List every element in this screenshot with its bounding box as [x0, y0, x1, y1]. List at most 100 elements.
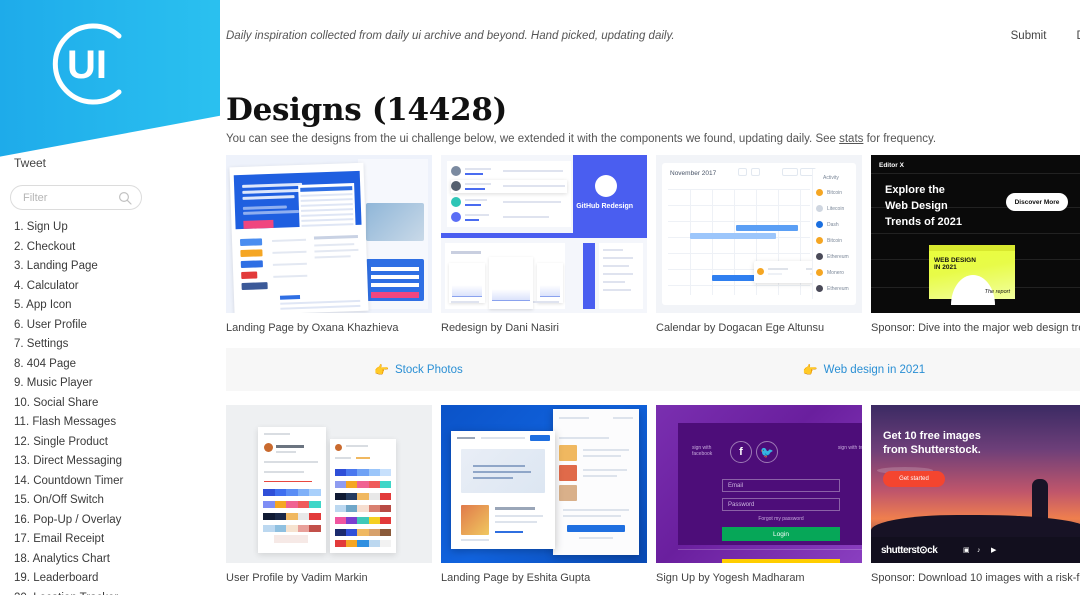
sidebar-item-single-product[interactable]: 12. Single Product: [14, 433, 146, 453]
sidebar-item-calculator[interactable]: 4. Calculator: [14, 277, 146, 297]
sidebar-item-label: Countdown Timer: [33, 474, 124, 487]
sidebar-item-number: 2.: [14, 240, 24, 253]
camera-icon: ▣: [963, 547, 970, 554]
sidebar-item-sign-up[interactable]: 1. Sign Up: [14, 218, 146, 238]
shutterstock-cta-button[interactable]: Get started: [883, 471, 945, 487]
sidebar-item-user-profile[interactable]: 6. User Profile: [14, 316, 146, 336]
editorx-headline-1: Explore the: [885, 184, 945, 196]
sidebar-item-label: Landing Page: [26, 260, 98, 272]
sidebar-item-number: 3.: [14, 260, 24, 272]
sidebar-item-direct-messaging[interactable]: 13. Direct Messaging: [14, 452, 146, 472]
filter-input[interactable]: [11, 186, 111, 209]
sponsor-thumbnail[interactable]: Get 10 free images from Shutterstock. Get…: [871, 405, 1080, 563]
sidebar-item-label: App Icon: [26, 299, 72, 311]
design-thumbnail[interactable]: [226, 405, 432, 563]
pointing-hand-icon: 👉: [802, 362, 818, 377]
sidebar-item-flash-messages[interactable]: 11. Flash Messages: [14, 413, 146, 433]
design-thumbnail[interactable]: [226, 155, 432, 313]
sidebar-item-number: 1.: [14, 221, 24, 233]
sidebar-item-number: 18.: [14, 552, 30, 565]
design-caption: Calendar by Dogacan Ege Altunsu: [656, 322, 825, 334]
top-nav: Submit Designs: [1011, 30, 1080, 42]
sidebar-item-number: 4.: [14, 279, 24, 292]
sidebar-item-on-off-switch[interactable]: 15. On/Off Switch: [14, 491, 146, 511]
ui-logo[interactable]: UI: [35, 12, 139, 116]
sponsor-thumbnail[interactable]: Editor X Explore the Web Design Trends o…: [871, 155, 1080, 313]
pointing-hand-icon: 👉: [374, 362, 389, 377]
sidebar-item-label: Music Player: [26, 377, 93, 389]
sidebar-item-number: 17.: [14, 533, 30, 545]
sidebar-item-number: 7.: [14, 338, 24, 350]
sidebar-item-analytics-chart[interactable]: 18. Analytics Chart: [14, 550, 146, 570]
thumb-art-shutterstock-ad: Get 10 free images from Shutterstock. Get…: [871, 405, 1080, 563]
sidebar-item-label: Settings: [26, 338, 69, 350]
signup-password-field[interactable]: Password: [722, 498, 840, 511]
nav-link-designs[interactable]: Designs: [1076, 30, 1080, 42]
design-card[interactable]: November 2017 Activity Bitcoin Litecoin …: [656, 155, 862, 334]
design-thumbnail[interactable]: [441, 405, 647, 563]
sidebar-item-app-icon[interactable]: 5. App Icon: [14, 296, 146, 316]
thumb-art-editorx-ad: Editor X Explore the Web Design Trends o…: [871, 155, 1080, 313]
design-caption: Redesign by Dani Nasiri: [441, 322, 559, 334]
design-card[interactable]: User Profile by Vadim Markin: [226, 405, 432, 584]
signup-forgot-link[interactable]: Forgot my password: [678, 516, 862, 522]
design-caption: User Profile by Vadim Markin: [226, 572, 368, 584]
github-logo-label: GitHub Redesign: [576, 203, 633, 210]
sidebar-item-countdown-timer[interactable]: 14. Countdown Timer: [14, 472, 146, 492]
page-subtitle: You can see the designs from the ui chal…: [226, 133, 936, 145]
design-thumbnail[interactable]: November 2017 Activity Bitcoin Litecoin …: [656, 155, 862, 313]
design-thumbnail[interactable]: f 🐦 sign with facebook sign with twitter…: [656, 405, 862, 563]
sidebar-item-label: Pop-Up / Overlay: [33, 513, 122, 526]
sponsor-card[interactable]: Get 10 free images from Shutterstock. Get…: [871, 405, 1080, 584]
signup-email-field[interactable]: Email: [722, 479, 840, 492]
editorx-brand-label: Editor X: [879, 162, 904, 169]
design-card[interactable]: Landing Page by Oxana Khazhieva: [226, 155, 432, 334]
sponsor-caption: Sponsor: Dive into the major web design …: [871, 322, 1080, 334]
promo-link[interactable]: Stock Photos: [395, 364, 463, 376]
sidebar-item-email-receipt[interactable]: 17. Email Receipt: [14, 530, 146, 550]
nav-link-submit[interactable]: Submit: [1011, 30, 1047, 42]
sidebar-item-404-page[interactable]: 8. 404 Page: [14, 355, 146, 375]
editorx-cta-button[interactable]: Discover More: [1006, 193, 1068, 211]
sidebar-item-number: 6.: [14, 318, 24, 331]
sidebar-item-label: Location Tracker: [33, 592, 118, 595]
design-card[interactable]: Landing Page by Eshita Gupta: [441, 405, 647, 584]
signup-social-right: sign with twitter: [837, 445, 862, 451]
twitter-icon: 🐦: [756, 441, 778, 463]
stats-link[interactable]: stats: [839, 133, 863, 145]
design-card[interactable]: GitHub Redesign Redesign by Dani Nasiri: [441, 155, 647, 334]
signup-social-left: sign with facebook: [692, 445, 713, 457]
design-category-list: 1. Sign Up 2. Checkout 3. Landing Page 4. C…: [14, 218, 146, 595]
promo-link[interactable]: Web design in 2021: [824, 364, 925, 376]
editorx-report-line-2: IN 2021: [934, 264, 957, 271]
sidebar-item-leaderboard[interactable]: 19. Leaderboard: [14, 569, 146, 589]
sidebar-item-settings[interactable]: 7. Settings: [14, 335, 146, 355]
promo-item[interactable]: 👉 Web design in 2021: [803, 363, 925, 377]
sidebar-item-landing-page[interactable]: 3. Landing Page: [14, 257, 146, 277]
sponsor-card[interactable]: Editor X Explore the Web Design Trends o…: [871, 155, 1080, 334]
sidebar-item-pop-up-overlay[interactable]: 16. Pop-Up / Overlay: [14, 511, 146, 531]
sidebar-item-label: Direct Messaging: [33, 455, 123, 467]
video-icon: ▶: [991, 547, 997, 554]
github-logo-icon: [595, 175, 617, 197]
design-caption: Sign Up by Yogesh Madharam: [656, 572, 805, 584]
sidebar-item-location-tracker[interactable]: 20. Location Tracker: [14, 589, 146, 595]
sidebar-item-label: Flash Messages: [32, 416, 117, 428]
sidebar-item-social-share[interactable]: 10. Social Share: [14, 394, 146, 414]
tweet-label[interactable]: Tweet: [14, 156, 46, 170]
sidebar-item-music-player[interactable]: 9. Music Player: [14, 374, 146, 394]
sidebar-item-number: 5.: [14, 299, 24, 311]
signup-login-button[interactable]: Login: [722, 527, 840, 541]
sidebar-item-checkout[interactable]: 2. Checkout: [14, 238, 146, 258]
design-card[interactable]: f 🐦 sign with facebook sign with twitter…: [656, 405, 862, 584]
design-thumbnail[interactable]: GitHub Redesign: [441, 155, 647, 313]
calendar-month-label: November 2017: [670, 170, 717, 177]
sidebar-item-label: Sign Up: [26, 221, 68, 233]
filter-input-wrapper[interactable]: [10, 185, 142, 210]
promo-item[interactable]: 👉 Stock Photos: [374, 363, 463, 377]
sidebar-item-label: User Profile: [26, 318, 87, 331]
shutterstock-headline-2: from Shutterstock.: [883, 444, 981, 456]
music-icon: ♪: [977, 547, 981, 554]
signup-create-account-button[interactable]: Create New Account: [722, 559, 840, 563]
sidebar-item-label: Checkout: [26, 240, 76, 253]
